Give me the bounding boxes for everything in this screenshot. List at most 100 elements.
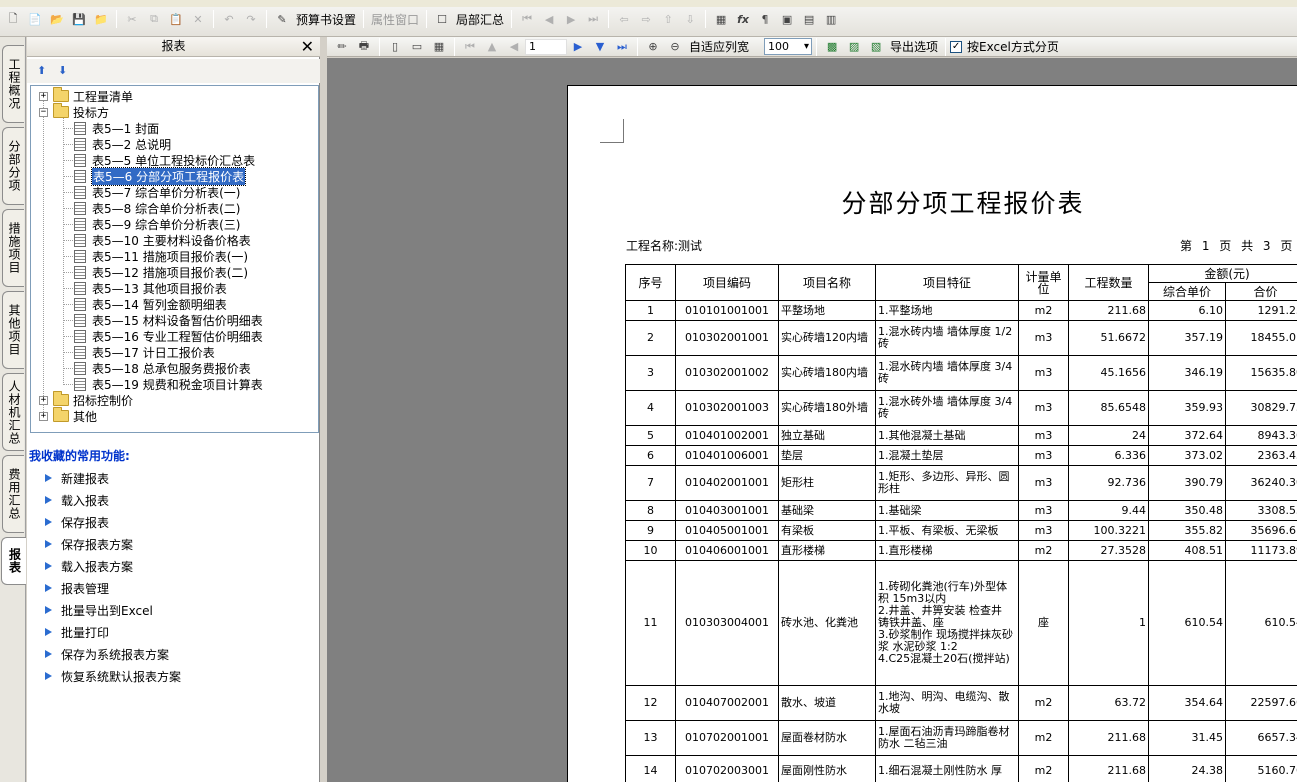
tree-node-tender-control-price[interactable]: + 招标控制价 [39, 391, 133, 408]
formula-icon[interactable]: fx [734, 10, 752, 28]
move-left-icon[interactable]: ⇦ [615, 10, 633, 28]
export-excel-icon[interactable]: ▩ [823, 38, 841, 56]
tree-node-report[interactable]: 表5—14 暂列金额明细表 [64, 296, 227, 312]
page-down-icon[interactable]: ▼ [591, 38, 609, 56]
open-folder-icon[interactable]: 📂 [48, 10, 66, 28]
partial-summary-checkbox-icon[interactable]: ☐ [433, 10, 451, 28]
move-down-icon[interactable]: ⇩ [681, 10, 699, 28]
tree-node-report[interactable]: 表5—8 综合单价分析表(二) [64, 200, 240, 216]
fit-column-width-button[interactable]: 自适应列宽 [686, 38, 752, 55]
expand-icon[interactable]: + [39, 395, 48, 405]
last-record-icon[interactable]: ⏭ [584, 10, 602, 28]
favorite-item[interactable]: 载入报表 [45, 492, 109, 508]
favorite-item[interactable]: 保存为系统报表方案 [45, 646, 169, 662]
paragraph-icon[interactable]: ¶ [756, 10, 774, 28]
tree-node-report[interactable]: 表5—1 封面 [64, 120, 159, 136]
favorite-item[interactable]: 保存报表 [45, 514, 109, 530]
export-options-button[interactable]: 导出选项 [887, 38, 941, 55]
favorite-item[interactable]: 新建报表 [45, 470, 109, 486]
edit-report-icon[interactable]: ✏ [333, 38, 351, 56]
tree-node-bill-of-quantities[interactable]: + 工程量清单 [39, 87, 133, 104]
move-right-icon[interactable]: ⇨ [637, 10, 655, 28]
export-batch-icon[interactable]: ▨ [845, 38, 863, 56]
tree-node-report[interactable]: 表5—19 规费和税金项目计算表 [64, 376, 263, 392]
tree-node-report[interactable]: 表5—10 主要材料设备价格表 [64, 232, 251, 248]
tree-node-report[interactable]: 表5—11 措施项目报价表(一) [64, 248, 248, 264]
open-project-icon[interactable]: 📁 [92, 10, 110, 28]
paste-icon[interactable]: 📋 [167, 10, 185, 28]
zoom-in-icon[interactable]: ⊕ [644, 38, 662, 56]
undo-icon[interactable]: ↶ [220, 10, 238, 28]
collapse-icon[interactable]: − [39, 107, 48, 117]
tree-node-report[interactable]: 表5—13 其他项目报价表 [64, 280, 227, 296]
favorite-item[interactable]: 报表管理 [45, 580, 109, 596]
cut-icon[interactable]: ✂ [123, 10, 141, 28]
favorite-item[interactable]: 载入报表方案 [45, 558, 133, 574]
last-page-icon[interactable]: ⏭ [613, 38, 631, 56]
tree-node-report[interactable]: 表5—15 材料设备暂估价明细表 [64, 312, 263, 328]
report-preview-area[interactable]: 分部分项工程报价表 工程名称:测试 第 1 页 共 3 页 序号 项目编码 项目… [327, 58, 1297, 782]
page-number-input[interactable]: 1 [525, 38, 567, 55]
tab-cost-summary[interactable]: 费用汇总 [2, 455, 24, 533]
expand-icon[interactable]: + [39, 91, 48, 101]
tree-node-bidder[interactable]: − 投标方 [39, 103, 109, 120]
favorite-item[interactable]: 恢复系统默认报表方案 [45, 668, 181, 684]
tab-project-overview[interactable]: 工程概况 [2, 45, 24, 123]
vertical-tab-strip: 工程概况 分部分项 措施项目 其他项目 人材机汇总 费用汇总 报表 [0, 37, 26, 782]
cube-icon[interactable]: ▣ [778, 10, 796, 28]
prev-page-icon[interactable]: ◀ [505, 38, 523, 56]
delete-icon[interactable]: ✕ [189, 10, 207, 28]
page-up-icon[interactable]: ▲ [483, 38, 501, 56]
tab-division-items[interactable]: 分部分项 [2, 127, 24, 205]
close-icon[interactable]: ✕ [301, 37, 314, 56]
tree-node-report[interactable]: 表5—5 单位工程投标价汇总表 [64, 152, 255, 168]
zoom-select[interactable]: 100 [764, 38, 813, 55]
tab-other-items[interactable]: 其他项目 [2, 291, 24, 369]
partial-summary-button[interactable]: 局部汇总 [453, 11, 507, 28]
calculator-icon[interactable]: ▦ [712, 10, 730, 28]
screen-icon[interactable]: ▤ [800, 10, 818, 28]
tab-reports[interactable]: 报表 [1, 537, 26, 585]
tree-node-report[interactable]: 表5—18 总承包服务费报价表 [64, 360, 251, 376]
new-file-icon[interactable]: 🗋 [4, 10, 22, 28]
copy-icon[interactable]: ⧉ [145, 10, 163, 28]
multi-page-icon[interactable]: ▦ [430, 38, 448, 56]
tree-node-report[interactable]: 表5—6 分部分项工程报价表 [64, 166, 247, 186]
favorite-item[interactable]: 保存报表方案 [45, 536, 133, 552]
panel-splitter[interactable] [320, 37, 327, 782]
prev-record-icon[interactable]: ◀ [540, 10, 558, 28]
favorite-item[interactable]: 批量打印 [45, 624, 109, 640]
tree-node-report[interactable]: 表5—7 综合单价分析表(一) [64, 184, 240, 200]
two-page-icon[interactable]: ▭ [408, 38, 426, 56]
move-down-arrow-icon[interactable]: ⬇ [58, 65, 70, 77]
tree-node-report[interactable]: 表5—9 综合单价分析表(三) [64, 216, 240, 232]
tab-measures[interactable]: 措施项目 [2, 209, 24, 287]
excel-paging-checkbox[interactable]: ✓ [950, 40, 963, 53]
move-up-icon[interactable]: ⇧ [659, 10, 677, 28]
budget-settings-button[interactable]: 预算书设置 [293, 11, 359, 28]
header-amount: 金额(元) [1148, 264, 1297, 283]
grid-icon[interactable]: ▥ [822, 10, 840, 28]
new-template-icon[interactable]: 📄 [26, 10, 44, 28]
favorite-item[interactable]: 批量导出到Excel [45, 602, 153, 618]
first-record-icon[interactable]: ⏮ [518, 10, 536, 28]
save-icon[interactable]: 💾 [70, 10, 88, 28]
budget-settings-icon[interactable]: ✎ [273, 10, 291, 28]
move-up-arrow-icon[interactable]: ⬆ [37, 65, 49, 77]
print-icon[interactable]: 🖶 [355, 38, 373, 56]
first-page-icon[interactable]: ⏮ [461, 38, 479, 56]
single-page-icon[interactable]: ▯ [386, 38, 404, 56]
export-settings-icon[interactable]: ▧ [867, 38, 885, 56]
tree-node-report[interactable]: 表5—12 措施项目报价表(二) [64, 264, 248, 280]
tab-labor-material-summary[interactable]: 人材机汇总 [2, 373, 24, 451]
expand-icon[interactable]: + [39, 411, 48, 421]
tree-node-report[interactable]: 表5—17 计日工报价表 [64, 344, 215, 360]
tree-node-report[interactable]: 表5—16 专业工程暂估价明细表 [64, 328, 263, 344]
next-page-icon[interactable]: ▶ [569, 38, 587, 56]
zoom-out-icon[interactable]: ⊖ [666, 38, 684, 56]
tree-node-other[interactable]: + 其他 [39, 407, 97, 424]
next-record-icon[interactable]: ▶ [562, 10, 580, 28]
property-window-button[interactable]: 属性窗口 [368, 11, 422, 28]
redo-icon[interactable]: ↷ [242, 10, 260, 28]
tree-node-report[interactable]: 表5—2 总说明 [64, 136, 171, 152]
